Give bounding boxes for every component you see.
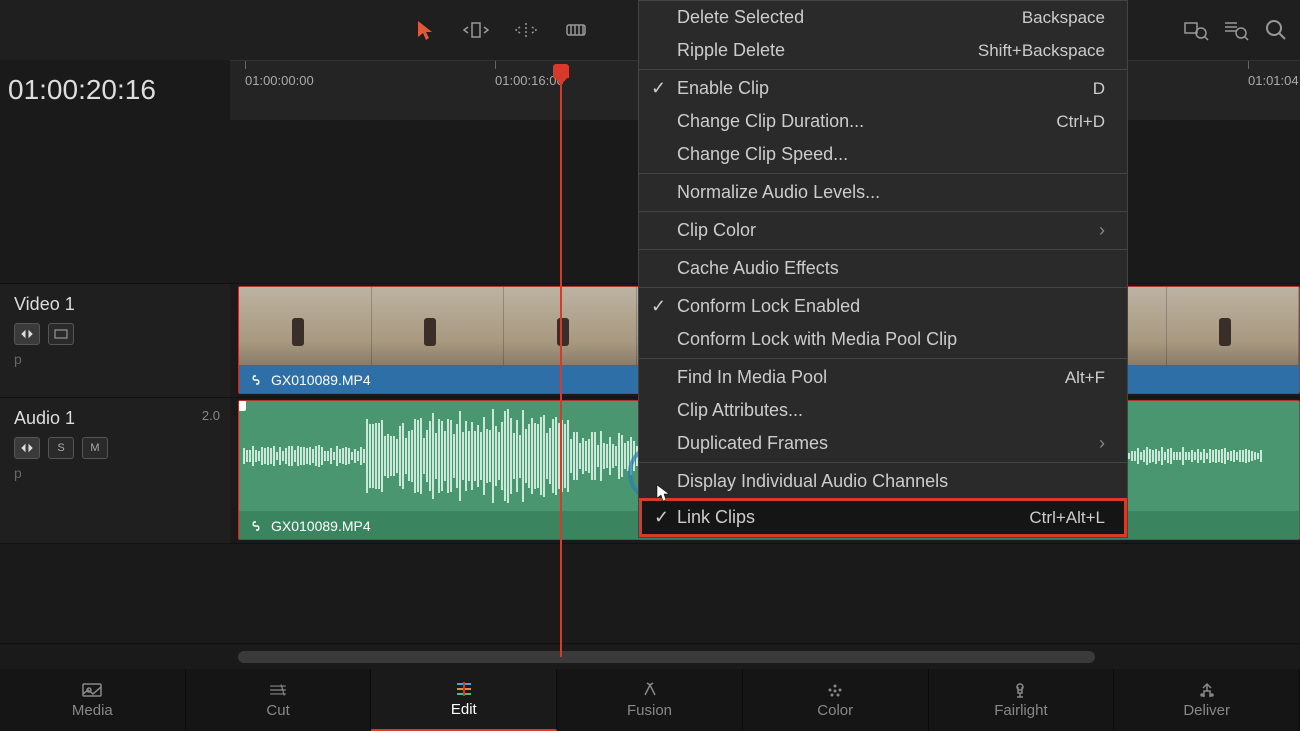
nav-media[interactable]: Media: [0, 669, 186, 731]
nav-edit[interactable]: Edit: [371, 669, 557, 731]
audio-clip-filename: GX010089.MP4: [271, 518, 371, 534]
solo-button[interactable]: S: [48, 437, 74, 459]
menu-find-media-pool[interactable]: Find In Media PoolAlt+F: [639, 361, 1127, 394]
empty-header: [0, 544, 230, 644]
playhead-handle-icon[interactable]: [553, 64, 569, 78]
nav-deliver[interactable]: Deliver: [1114, 669, 1300, 731]
video-track-toggle[interactable]: [48, 323, 74, 345]
nav-color[interactable]: Color: [743, 669, 929, 731]
audio-track-header[interactable]: Audio 1 2.0 S M p: [0, 398, 230, 544]
trim-tool-icon[interactable]: [460, 14, 492, 46]
video-clip-filename: GX010089.MP4: [271, 372, 371, 388]
check-icon: ✓: [654, 507, 669, 528]
empty-track: [230, 544, 1300, 644]
link-icon: [249, 519, 263, 533]
playhead[interactable]: [560, 72, 562, 657]
video-track-header[interactable]: Video 1 p: [0, 284, 230, 398]
zoom-tool-2-icon[interactable]: [1220, 14, 1252, 46]
menu-change-speed[interactable]: Change Clip Speed...: [639, 138, 1127, 171]
spacer-header: [0, 120, 230, 284]
menu-clip-color[interactable]: Clip Color›: [639, 214, 1127, 247]
ruler-tick: 01:00:00:00: [245, 73, 314, 88]
p-label: p: [14, 351, 216, 367]
search-icon[interactable]: [1260, 14, 1292, 46]
audio-channel-label: 2.0: [202, 408, 220, 423]
timeline-scrollbar[interactable]: [238, 651, 1095, 663]
menu-enable-clip[interactable]: ✓ Enable ClipD: [639, 72, 1127, 105]
check-icon: ✓: [651, 296, 666, 317]
ruler-tick: 01:01:04: [1248, 73, 1299, 88]
nav-cut[interactable]: Cut: [186, 669, 372, 731]
menu-conform-lock[interactable]: ✓ Conform Lock Enabled: [639, 290, 1127, 323]
auto-select-button[interactable]: [14, 323, 40, 345]
chevron-right-icon: ›: [1099, 433, 1105, 454]
audio-auto-select-button[interactable]: [14, 437, 40, 459]
menu-ripple-delete[interactable]: Ripple DeleteShift+Backspace: [639, 34, 1127, 67]
p-label: p: [14, 465, 216, 481]
nav-fusion[interactable]: Fusion: [557, 669, 743, 731]
zoom-tool-1-icon[interactable]: [1180, 14, 1212, 46]
audio-track-name: Audio 1: [14, 408, 216, 429]
menu-change-duration[interactable]: Change Clip Duration...Ctrl+D: [639, 105, 1127, 138]
clip-handle[interactable]: [238, 400, 246, 411]
cursor-icon: [656, 484, 670, 507]
video-track-name: Video 1: [14, 294, 216, 315]
menu-display-channels[interactable]: Display Individual Audio Channels: [639, 465, 1127, 498]
menu-delete-selected[interactable]: Delete SelectedBackspace: [639, 1, 1127, 34]
menu-conform-lock-media[interactable]: Conform Lock with Media Pool Clip: [639, 323, 1127, 356]
nav-fairlight[interactable]: Fairlight: [929, 669, 1115, 731]
menu-cache-audio[interactable]: Cache Audio Effects: [639, 252, 1127, 285]
mute-button[interactable]: M: [82, 437, 108, 459]
dynamic-trim-icon[interactable]: [510, 14, 542, 46]
page-navigation: Media Cut Edit Fusion Color Fairlight De…: [0, 669, 1300, 731]
blade-tool-icon[interactable]: [560, 14, 592, 46]
menu-duplicated-frames[interactable]: Duplicated Frames›: [639, 427, 1127, 460]
menu-link-clips[interactable]: ✓ Link ClipsCtrl+Alt+L: [639, 498, 1127, 537]
check-icon: ✓: [651, 78, 666, 99]
menu-normalize-audio[interactable]: Normalize Audio Levels...: [639, 176, 1127, 209]
selection-tool-icon[interactable]: [410, 14, 442, 46]
chevron-right-icon: ›: [1099, 220, 1105, 241]
menu-clip-attributes[interactable]: Clip Attributes...: [639, 394, 1127, 427]
context-menu: Delete SelectedBackspace Ripple DeleteSh…: [638, 0, 1128, 538]
scrollbar-thumb[interactable]: [238, 651, 1095, 663]
timecode-display[interactable]: 01:00:20:16: [0, 60, 230, 120]
link-icon: [249, 373, 263, 387]
